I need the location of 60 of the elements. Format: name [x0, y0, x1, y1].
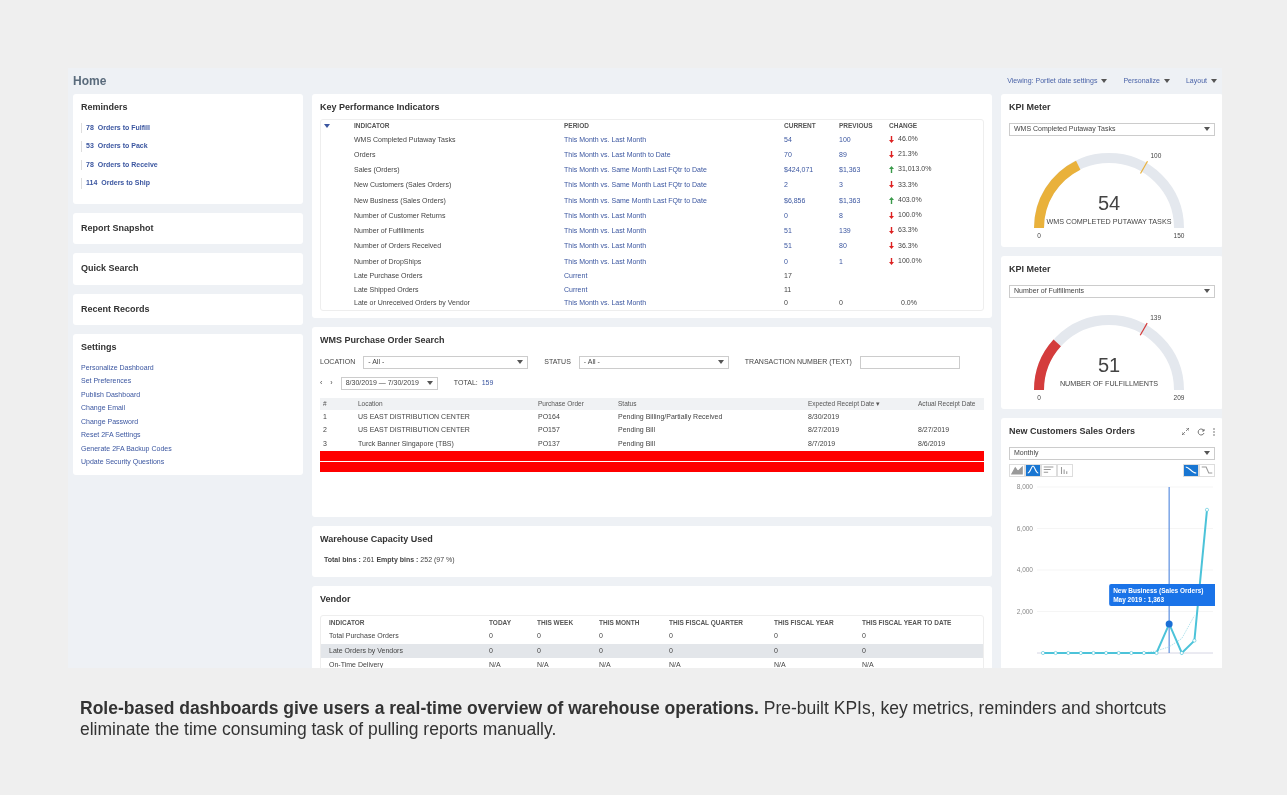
data-point[interactable]	[1104, 650, 1108, 655]
straight-curve-icon	[1200, 464, 1214, 476]
smooth-curve-toggle[interactable]	[1183, 463, 1199, 477]
card-title: Vendor	[320, 593, 352, 606]
data-point[interactable]	[1066, 650, 1071, 655]
collapse-icon[interactable]	[324, 124, 330, 129]
caret-icon	[1101, 79, 1108, 83]
data-point[interactable]	[1205, 507, 1209, 512]
page-title: Home	[73, 73, 107, 89]
card-title: WMS Purchase Order Search	[320, 334, 446, 347]
card-title: Reminders	[81, 101, 129, 114]
data-point[interactable]	[1129, 650, 1134, 655]
card-title: Recent Records	[81, 302, 151, 316]
data-point[interactable]	[1192, 638, 1197, 642]
data-point[interactable]	[1154, 650, 1159, 655]
up-arrow-icon	[889, 196, 894, 204]
bar-chart-icon	[1042, 464, 1056, 476]
caret-icon	[426, 381, 433, 385]
bar-chart-toggle[interactable]	[1041, 463, 1057, 477]
caret-icon	[517, 360, 524, 364]
caret-icon	[1211, 79, 1217, 83]
meter-value: 54	[1097, 191, 1121, 214]
card-title: KPI Meter	[1009, 263, 1052, 276]
straight-curve-toggle[interactable]	[1199, 463, 1215, 477]
smooth-curve-icon	[1184, 464, 1198, 476]
data-point[interactable]	[1053, 650, 1058, 655]
area-chart-icon	[1010, 464, 1024, 476]
data-point[interactable]	[1116, 650, 1121, 655]
column-chart-toggle[interactable]	[1057, 463, 1073, 477]
caret-icon	[1204, 289, 1210, 293]
caret-icon	[1204, 451, 1210, 455]
data-point[interactable]	[1078, 650, 1083, 655]
caption-text: Role-based dashboards give users a real-time overview of warehouse operations. Pre-built KPIs, key metrics, reminders and shortcuts eliminate the time consuming task of pulling reports manually.	[80, 698, 1168, 740]
caret-icon	[1163, 79, 1170, 83]
card-title: Report Snapshot	[81, 221, 155, 235]
up-arrow-icon	[889, 166, 894, 173]
card-title: Quick Search	[81, 262, 140, 275]
down-arrow-icon	[889, 181, 894, 189]
target-marker	[1139, 160, 1149, 174]
highlighted-point[interactable]	[1165, 619, 1173, 627]
data-point[interactable]	[1142, 650, 1146, 655]
down-arrow-icon	[889, 227, 894, 234]
expand-icon[interactable]	[1182, 428, 1189, 436]
card-title: KPI Meter	[1009, 101, 1052, 114]
card-title: Key Performance Indicators	[320, 101, 441, 114]
transaction-number-field[interactable]	[859, 355, 960, 369]
data-point[interactable]	[1179, 650, 1184, 655]
data-point[interactable]	[1041, 650, 1045, 655]
meter-value: 51	[1097, 353, 1121, 376]
target-marker	[1139, 322, 1148, 336]
line-chart-icon	[1026, 464, 1040, 476]
line-chart-toggle[interactable]	[1025, 463, 1041, 477]
refresh-icon[interactable]	[1197, 427, 1205, 436]
card-title: Settings	[81, 341, 118, 354]
caret-icon	[717, 360, 724, 364]
card-title: Warehouse Capacity Used	[320, 533, 434, 546]
caret-icon	[1204, 127, 1210, 131]
area-chart-toggle[interactable]	[1009, 463, 1025, 477]
card-title: New Customers Sales Orders	[1009, 425, 1136, 438]
data-point[interactable]	[1091, 650, 1096, 655]
